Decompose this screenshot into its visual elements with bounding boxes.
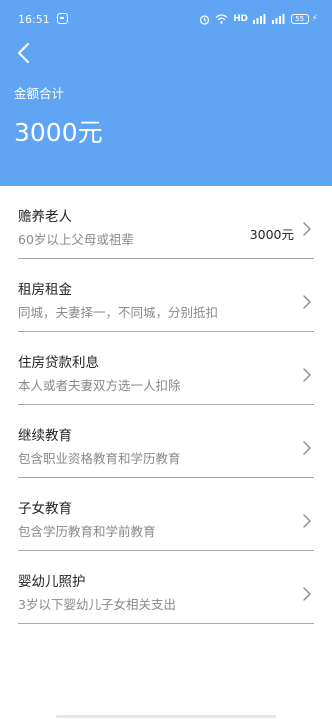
item-description: 包含职业资格教育和学历教育 [18, 451, 181, 466]
battery-icon: 55 [290, 14, 309, 24]
signal-icon [252, 14, 266, 24]
list-item-mortgage-interest[interactable]: 住房贷款利息 本人或者夫妻双方选一人扣除 [18, 332, 314, 405]
chevron-right-icon [303, 222, 311, 236]
signal-icon-2 [271, 14, 285, 24]
status-icons: HD 55 ⚡ [199, 12, 318, 26]
summary-label: 金额合计 [14, 86, 65, 101]
list-item-housing-rent[interactable]: 租房租金 同城，夫妻择一，不同城，分别抵扣 [18, 259, 314, 332]
network-type: HD [233, 14, 248, 24]
deduction-list: 赡养老人 60岁以上父母或祖辈 3000元 租房租金 同城，夫妻择一，不同城，分… [18, 186, 314, 624]
list-item-elderly-support[interactable]: 赡养老人 60岁以上父母或祖辈 3000元 [18, 186, 314, 259]
back-arrow-icon [18, 43, 29, 63]
chevron-right-icon [303, 514, 311, 528]
item-description: 包含学历教育和学前教育 [18, 524, 156, 539]
item-title: 继续教育 [18, 428, 72, 444]
wifi-icon [215, 14, 228, 24]
item-title: 赡养老人 [18, 209, 72, 225]
list-item-continuing-education[interactable]: 继续教育 包含职业资格教育和学历教育 [18, 405, 314, 478]
back-button[interactable] [12, 40, 38, 66]
item-description: 本人或者夫妻双方选一人扣除 [18, 378, 181, 393]
status-time: 16:51 [18, 13, 50, 26]
app-notification-icon [57, 13, 68, 24]
item-title: 婴幼儿照护 [18, 574, 86, 590]
item-description: 3岁以下婴幼儿子女相关支出 [18, 597, 176, 612]
item-title: 住房贷款利息 [18, 355, 99, 371]
chevron-right-icon [303, 587, 311, 601]
alarm-icon [200, 14, 210, 25]
item-description: 同城，夫妻择一，不同城，分别抵扣 [18, 305, 219, 320]
battery-level: 55 [295, 15, 305, 23]
header-panel: 16:51 HD 55 ⚡ 金额合计 3000元 [0, 0, 332, 186]
status-bar: 16:51 HD 55 ⚡ [0, 0, 332, 38]
home-indicator[interactable] [56, 715, 276, 718]
chevron-right-icon [303, 295, 311, 309]
chevron-right-icon [303, 368, 311, 382]
summary-amount: 3000元 [14, 118, 103, 147]
item-title: 租房租金 [18, 282, 72, 298]
item-description: 60岁以上父母或祖辈 [18, 232, 134, 247]
list-item-children-education[interactable]: 子女教育 包含学历教育和学前教育 [18, 478, 314, 551]
chevron-right-icon [303, 441, 311, 455]
list-item-infant-care[interactable]: 婴幼儿照护 3岁以下婴幼儿子女相关支出 [18, 551, 314, 624]
item-title: 子女教育 [18, 501, 72, 517]
item-value: 3000元 [249, 227, 294, 242]
charging-icon: ⚡ [311, 14, 318, 24]
